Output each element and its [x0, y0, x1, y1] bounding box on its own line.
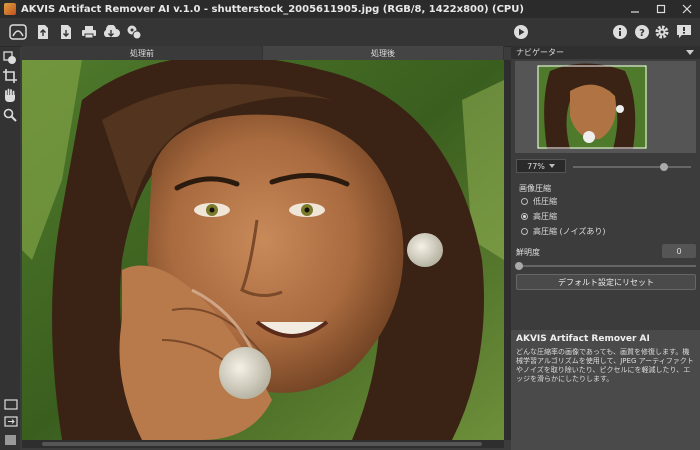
view-tabs: 処理前 処理後: [22, 46, 504, 60]
split-view-icon: [4, 416, 18, 427]
minimize-button[interactable]: [622, 0, 648, 18]
close-button[interactable]: [674, 0, 700, 18]
maximize-icon: [656, 4, 666, 14]
settings-button[interactable]: [652, 22, 672, 42]
plugins-icon: [127, 25, 142, 40]
share-button[interactable]: [101, 22, 121, 42]
sharpness-value-field[interactable]: 0: [662, 244, 696, 258]
radio-label-high-noise: 高圧縮 (ノイズあり): [533, 227, 606, 236]
title-bar: AKVIS Artifact Remover AI v.1.0 - shutte…: [0, 0, 700, 18]
chevron-down-icon: [548, 164, 555, 168]
radio-high[interactable]: [521, 213, 528, 220]
zoom-slider-handle[interactable]: [659, 163, 668, 171]
run-button[interactable]: [511, 22, 531, 42]
info-panel: AKVIS Artifact Remover AI どんな圧縮率の画像であっても…: [511, 330, 700, 450]
settings-panel: ナビゲーター 77% 画像圧縮 低圧縮 高圧縮 高圧縮 (ノイズあり) 鮮明度 …: [511, 46, 700, 450]
navigator-title: ナビゲーター: [516, 48, 564, 57]
chevron-down-icon[interactable]: [686, 50, 694, 56]
reset-defaults-button[interactable]: デフォルト設定にリセット: [516, 274, 696, 290]
main-toolbar: ?: [0, 18, 700, 47]
navigator-header[interactable]: ナビゲーター: [511, 46, 700, 59]
notifications-icon: [677, 25, 691, 38]
radio-label-low: 低圧縮: [533, 197, 557, 206]
radio-low[interactable]: [521, 198, 528, 205]
sharpness-label: 鮮明度: [516, 248, 540, 257]
compression-option-high[interactable]: 高圧縮: [521, 211, 557, 222]
crop-tool[interactable]: [2, 68, 18, 84]
split-view-button[interactable]: [3, 414, 19, 430]
close-icon: [682, 4, 692, 14]
tab-before[interactable]: 処理前: [22, 46, 263, 60]
open-button[interactable]: [33, 22, 53, 42]
play-icon: [514, 25, 528, 39]
info-button[interactable]: [610, 22, 630, 42]
compression-option-low[interactable]: 低圧縮: [521, 196, 557, 207]
plugins-button[interactable]: [124, 22, 144, 42]
share-icon: [103, 25, 120, 37]
info-title: AKVIS Artifact Remover AI: [516, 334, 650, 344]
zoom-tool[interactable]: [2, 107, 18, 123]
window-controls: [622, 0, 700, 18]
image-canvas[interactable]: [22, 60, 504, 440]
vertical-scrollbar[interactable]: [504, 60, 511, 440]
save-button[interactable]: [56, 22, 76, 42]
radio-label-high: 高圧縮: [533, 212, 557, 221]
info-icon: [613, 25, 627, 39]
home-button[interactable]: [8, 22, 28, 42]
background-color-button[interactable]: [3, 432, 19, 448]
tab-after[interactable]: 処理後: [263, 46, 504, 60]
horizontal-scrollbar[interactable]: [22, 440, 504, 448]
hand-icon: [5, 88, 15, 102]
settings-icon: [655, 25, 669, 39]
radio-high-noise[interactable]: [521, 228, 528, 235]
navigator-preview[interactable]: [515, 61, 696, 153]
hand-tool[interactable]: [2, 87, 18, 103]
compression-title: 画像圧縮: [519, 184, 551, 193]
svg-text:?: ?: [639, 28, 645, 39]
sharpness-slider-handle[interactable]: [515, 262, 523, 270]
before-after-tool[interactable]: [2, 50, 18, 66]
crop-icon: [3, 69, 17, 83]
portrait-photo: [22, 60, 504, 440]
home-icon: [9, 24, 27, 40]
horizontal-scroll-thumb[interactable]: [42, 442, 482, 446]
print-icon: [82, 26, 96, 39]
notifications-button[interactable]: [674, 22, 694, 42]
zoom-select[interactable]: 77%: [516, 159, 566, 173]
info-description: どんな圧縮率の画像であっても、画質を修復します。機械学習アルゴリズムを使用して、…: [516, 348, 694, 383]
zoom-slider-track[interactable]: [573, 166, 691, 168]
save-icon: [61, 25, 71, 39]
zoom-icon: [3, 108, 17, 122]
single-view-icon: [4, 399, 18, 410]
before-after-icon: [3, 51, 16, 64]
help-button[interactable]: ?: [632, 22, 652, 42]
window-title: AKVIS Artifact Remover AI v.1.0 - shutte…: [21, 3, 524, 15]
minimize-icon: [631, 11, 639, 13]
open-icon: [38, 25, 48, 39]
single-view-button[interactable]: [3, 397, 19, 413]
help-icon: ?: [635, 25, 649, 39]
compression-option-high-noise[interactable]: 高圧縮 (ノイズあり): [521, 226, 606, 237]
background-color-icon: [5, 435, 16, 445]
print-button[interactable]: [79, 22, 99, 42]
app-logo-icon: [4, 3, 16, 15]
zoom-value: 77%: [527, 161, 545, 171]
sharpness-slider-track[interactable]: [516, 265, 696, 267]
maximize-button[interactable]: [648, 0, 674, 18]
navigator-thumbnail: [515, 61, 696, 153]
left-toolbar: [0, 47, 20, 450]
